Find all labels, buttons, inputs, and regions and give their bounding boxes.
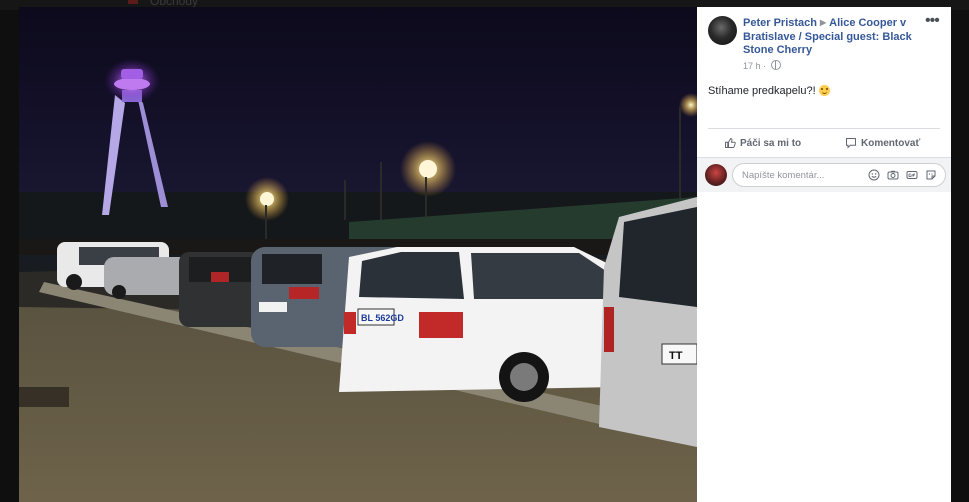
post-text-content: Stíhame predkapelu?! [708,85,816,97]
gif-icon[interactable] [906,169,918,181]
photo-scene: BL 562GD TT [19,59,697,502]
current-user-avatar[interactable] [705,164,727,186]
post-meta: 17 h · [743,60,781,71]
triangle-right-icon: ▶ [819,18,827,27]
post-photo[interactable]: BL 562GD TT [19,7,697,502]
speech-bubble-icon [846,138,856,149]
comment-input[interactable]: Napíšte komentár... [732,163,946,187]
like-label: Páči sa mi to [740,137,802,149]
post-timestamp[interactable]: 17 h [743,61,761,71]
author-name-link[interactable]: Peter Pristach [743,17,817,29]
comment-button[interactable]: Komentovať [845,135,920,151]
globe-icon [770,60,781,70]
post-side-panel: Peter Pristach ▶ Alice Cooper v Bratislave… [697,7,951,502]
camera-icon[interactable] [887,169,899,181]
more-options-icon[interactable]: ••• [925,12,940,30]
smiley-emoji-icon [818,85,830,96]
comment-label: Komentovať [861,137,921,149]
comment-tools [868,169,937,181]
license-plate-text-2: TT [669,350,683,362]
brand-mark [128,0,138,4]
license-plate-text: BL 562GD [361,313,404,323]
thumbs-up-icon [725,138,736,148]
post-header: Peter Pristach ▶ Alice Cooper v Bratislave… [743,16,933,58]
post-text: Stíhame predkapelu?! [708,85,830,97]
smiley-icon[interactable] [868,169,880,181]
like-button[interactable]: Páči sa mi to [724,135,801,151]
author-avatar[interactable] [708,16,737,45]
sticker-icon[interactable] [925,169,937,181]
divider [708,128,940,129]
comment-placeholder: Napíšte komentár... [742,170,825,181]
